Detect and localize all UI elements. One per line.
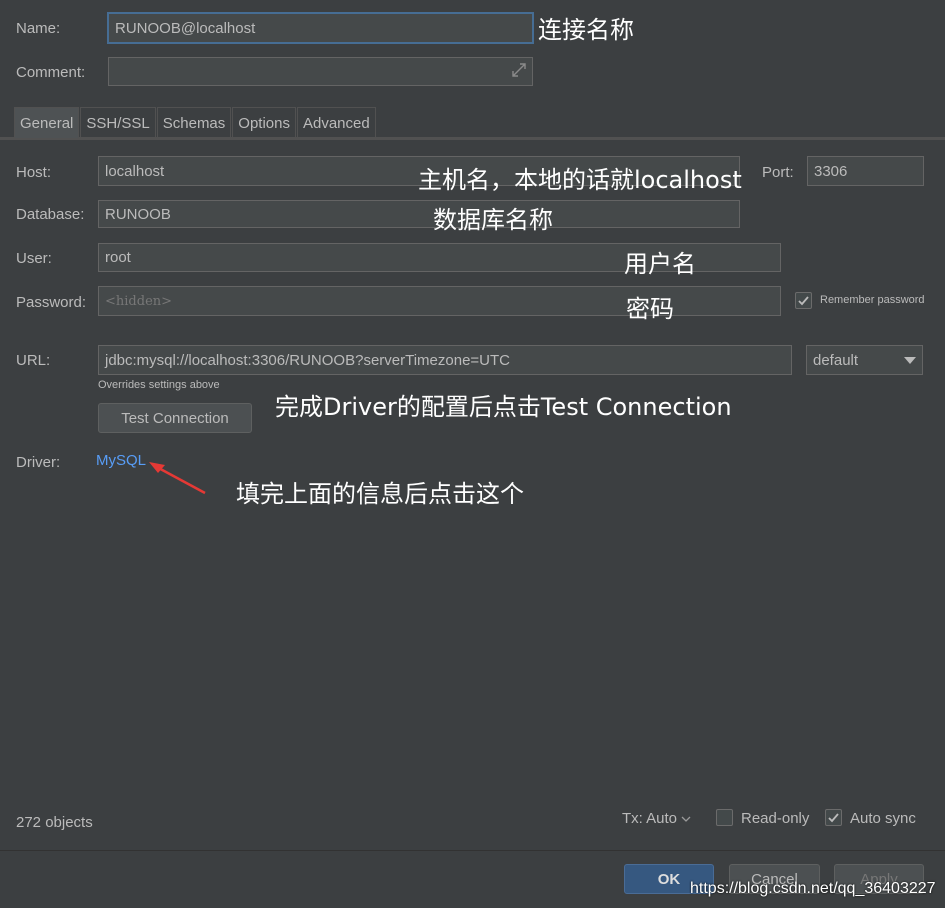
port-label: Port: xyxy=(762,164,794,181)
driver-link[interactable]: MySQL xyxy=(96,452,146,469)
comment-label: Comment: xyxy=(16,64,86,81)
url-mode-select[interactable]: default xyxy=(806,345,923,375)
check-icon xyxy=(828,813,839,823)
annotation-user: 用户名 xyxy=(624,250,696,278)
chevron-down-icon xyxy=(904,356,916,364)
objects-count: 272 objects xyxy=(16,814,93,831)
host-label: Host: xyxy=(16,164,52,181)
annotation-test: 完成Driver的配置后点击Test Connection xyxy=(275,393,732,421)
url-label: URL: xyxy=(16,352,51,369)
chevron-down-icon xyxy=(681,816,691,822)
tx-mode-dropdown[interactable]: Tx: Auto xyxy=(622,810,691,827)
tab-ssh-ssl[interactable]: SSH/SSL xyxy=(80,107,156,138)
tab-options[interactable]: Options xyxy=(232,107,296,138)
footer-divider xyxy=(0,850,945,851)
remember-password-checkbox[interactable] xyxy=(795,292,812,309)
read-only-label: Read-only xyxy=(741,810,810,827)
expand-icon[interactable] xyxy=(510,61,528,79)
url-input[interactable]: jdbc:mysql://localhost:3306/RUNOOB?serve… xyxy=(98,345,792,375)
read-only-checkbox[interactable] xyxy=(716,809,733,826)
database-input[interactable]: RUNOOB xyxy=(98,200,740,228)
annotation-password: 密码 xyxy=(626,295,674,323)
remember-password-label: Remember password xyxy=(820,294,925,306)
auto-sync-label: Auto sync xyxy=(850,810,916,827)
password-label: Password: xyxy=(16,294,87,311)
user-label: User: xyxy=(16,250,52,267)
annotation-database: 数据库名称 xyxy=(433,206,553,234)
tab-advanced[interactable]: Advanced xyxy=(296,107,376,138)
tab-general[interactable]: General xyxy=(14,107,80,138)
comment-input[interactable] xyxy=(108,57,533,86)
annotation-driver: 填完上面的信息后点击这个 xyxy=(236,480,524,508)
name-input[interactable]: RUNOOB@localhost xyxy=(107,12,534,44)
check-icon xyxy=(798,296,809,306)
annotation-host: 主机名，本地的话就localhost xyxy=(418,166,742,194)
test-connection-button[interactable]: Test Connection xyxy=(98,403,252,433)
overrides-note: Overrides settings above xyxy=(98,379,220,391)
tab-schemas[interactable]: Schemas xyxy=(156,107,232,138)
port-input[interactable]: 3306 xyxy=(807,156,924,186)
red-arrow-icon xyxy=(149,462,206,495)
driver-label: Driver: xyxy=(16,454,61,471)
annotation-name: 连接名称 xyxy=(538,16,634,44)
database-label: Database: xyxy=(16,206,85,223)
password-input[interactable]: <hidden> xyxy=(98,286,781,316)
password-placeholder: <hidden> xyxy=(105,293,173,309)
tab-bar: General SSH/SSL Schemas Options Advanced xyxy=(14,107,377,138)
watermark: https://blog.csdn.net/qq_36403227 xyxy=(690,880,936,897)
name-label: Name: xyxy=(16,20,61,37)
auto-sync-checkbox[interactable] xyxy=(825,809,842,826)
url-mode-value: default xyxy=(813,351,859,369)
tx-mode-label: Tx: Auto xyxy=(622,810,678,827)
